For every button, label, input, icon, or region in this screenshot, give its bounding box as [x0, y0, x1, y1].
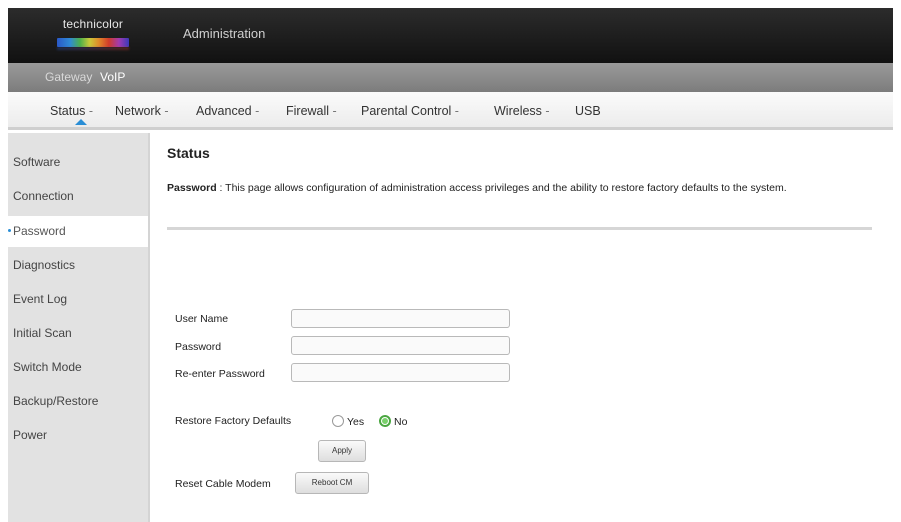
apply-button[interactable]: Apply [318, 440, 366, 462]
tab-advanced[interactable]: Advanced - [196, 104, 259, 118]
primary-nav: Gateway VoIP [8, 63, 893, 92]
sidebar-item-initial-scan[interactable]: Initial Scan [8, 318, 148, 349]
tab-parental-control[interactable]: Parental Control - [361, 104, 459, 118]
restore-yes-radio[interactable] [332, 415, 344, 427]
primary-nav-gateway[interactable]: Gateway [45, 70, 92, 84]
sidebar-item-switch-mode[interactable]: Switch Mode [8, 352, 148, 383]
reset-cable-modem-label: Reset Cable Modem [175, 478, 271, 490]
active-item-dot [8, 229, 11, 232]
tab-network[interactable]: Network - [115, 104, 168, 118]
logo-text: technicolor [62, 17, 124, 31]
sidebar-item-software[interactable]: Software [8, 147, 148, 178]
username-input[interactable] [291, 309, 510, 328]
restore-yes-label: Yes [347, 416, 365, 428]
sidebar-item-backup-restore[interactable]: Backup/Restore [8, 386, 148, 417]
sidebar-item-password[interactable]: Password [8, 216, 148, 247]
technicolor-logo[interactable]: technicolor [51, 17, 135, 55]
sidebar-item-diagnostics[interactable]: Diagnostics [8, 250, 148, 281]
description-separator: : [216, 182, 226, 194]
password-input[interactable] [291, 336, 510, 355]
description-text: This page allows configuration of admini… [225, 182, 787, 194]
description-label: Password [167, 182, 217, 194]
top-header: technicolor Administration [8, 8, 893, 63]
restore-defaults-label: Restore Factory Defaults [175, 415, 292, 427]
sidebar-item-connection[interactable]: Connection [8, 181, 148, 212]
sidebar-item-power[interactable]: Power [8, 420, 148, 451]
page-title: Status [167, 145, 210, 161]
primary-nav-voip[interactable]: VoIP [100, 70, 125, 84]
tab-wireless[interactable]: Wireless - [494, 104, 550, 118]
username-label: User Name [175, 313, 229, 325]
sidebar: Software Connection Password Diagnostics… [8, 133, 150, 522]
secondary-nav: Status - Network - Advanced - Firewall -… [8, 92, 893, 130]
active-tab-indicator [75, 119, 87, 125]
tab-usb[interactable]: USB [575, 104, 601, 118]
restore-no-radio[interactable] [379, 415, 391, 427]
reenter-password-label: Re-enter Password [175, 368, 265, 380]
sidebar-item-label: Password [13, 224, 66, 238]
password-label: Password [175, 341, 222, 353]
page-description: Password : This page allows configuratio… [167, 180, 867, 197]
sidebar-item-event-log[interactable]: Event Log [8, 284, 148, 315]
restore-no-label: No [394, 416, 408, 428]
reboot-cm-button[interactable]: Reboot CM [295, 472, 369, 494]
tab-firewall[interactable]: Firewall - [286, 104, 337, 118]
logo-color-bar [57, 38, 129, 47]
reenter-password-input[interactable] [291, 363, 510, 382]
page-header-title: Administration [183, 26, 266, 41]
section-divider [167, 227, 872, 230]
tab-status[interactable]: Status - [50, 104, 93, 118]
